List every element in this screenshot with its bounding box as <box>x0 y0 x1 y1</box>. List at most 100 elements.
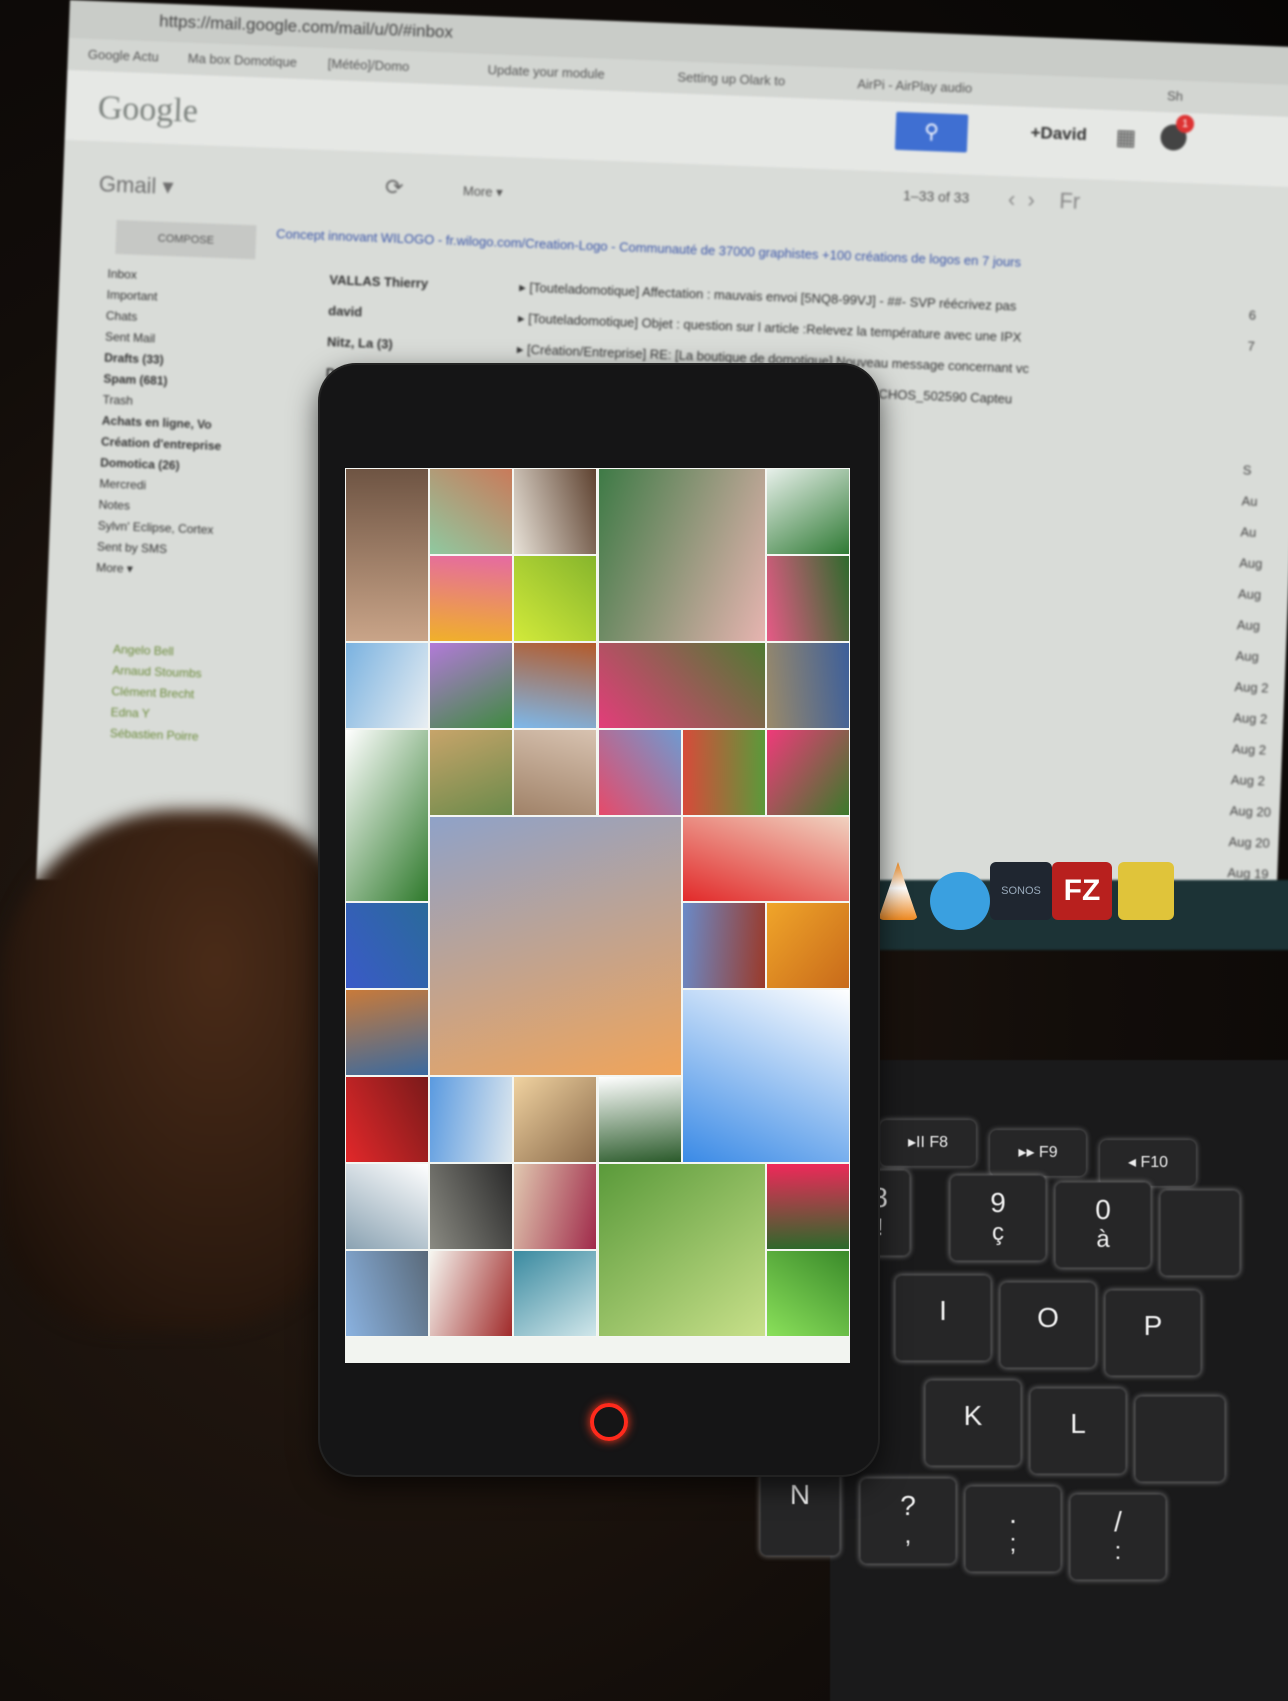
photo-thumbnail-autumn-river[interactable] <box>345 989 430 1077</box>
key-partial[interactable] <box>1160 1190 1240 1276</box>
photo-thumbnail-red-rose[interactable] <box>765 1163 850 1251</box>
photo-thumbnail-forbidden-city[interactable] <box>513 641 598 729</box>
photo-thumbnail-warrior-statue[interactable] <box>345 468 430 642</box>
email-date: Aug <box>1237 586 1262 603</box>
key-l[interactable]: L <box>1030 1388 1126 1474</box>
photo-thumbnail-green-leaf[interactable] <box>513 554 598 642</box>
photo-thumbnail-red-wall[interactable] <box>681 902 766 990</box>
bookmark-item[interactable]: Sh <box>1167 88 1183 104</box>
ad-banner[interactable]: Concept innovant WILOGO - fr.wilogo.com/… <box>276 226 1021 270</box>
home-button[interactable] <box>590 1403 628 1441</box>
photo-thumbnail-mountain-sky[interactable] <box>681 989 850 1164</box>
language-label[interactable]: Fr <box>1059 188 1081 214</box>
user-name[interactable]: +David <box>1030 123 1087 145</box>
photo-thumbnail-green-shoots[interactable] <box>765 1250 850 1337</box>
email-date: Aug 20 <box>1229 803 1272 820</box>
email-date: S <box>1242 462 1252 478</box>
photo-thumbnail-white-lotus[interactable] <box>597 1076 682 1164</box>
bookmark-item[interactable]: Ma box Domotique <box>188 51 298 70</box>
hand-holding-phone <box>0 810 360 1330</box>
photo-thumbnail-bamboo[interactable] <box>597 1163 766 1337</box>
key-period[interactable]: .; <box>965 1486 1061 1572</box>
email-date: Aug 20 <box>1228 834 1271 851</box>
gmail-sidebar: Inbox Important Chats Sent Mail Drafts (… <box>89 264 228 748</box>
sonos-box: SONOS <box>990 862 1052 920</box>
cloud-toy-icon <box>930 872 990 930</box>
photo-thumbnail-white-flower-green[interactable] <box>765 468 850 555</box>
laptop-keyboard: ▸II F8 ▸▸ F9 ◂ F10 8! 9ç 0à I O P K L N … <box>760 1060 1288 1701</box>
email-date: Aug 2 <box>1234 679 1269 696</box>
email-date: Au <box>1241 493 1258 509</box>
bookmark-item[interactable]: [Météo]/Domo <box>327 56 409 74</box>
email-date: Aug <box>1238 555 1263 572</box>
photo-thumbnail-yellow-flower[interactable] <box>429 554 514 642</box>
photo-thumbnail-pink-peony[interactable] <box>765 728 850 816</box>
search-icon: ⚲ <box>923 120 940 144</box>
bookmark-item[interactable]: Setting up Olark to <box>677 69 785 88</box>
photo-thumbnail-city-skyline[interactable] <box>345 1250 430 1337</box>
email-date: Aug <box>1236 617 1261 634</box>
key-i[interactable]: I <box>895 1275 991 1361</box>
photo-scene: https://mail.google.com/mail/u/0/#inbox … <box>0 0 1288 1701</box>
bookmark-item[interactable]: Google Actu <box>88 47 159 65</box>
photo-thumbnail-purple-thistle[interactable] <box>429 641 514 729</box>
photo-thumbnail-sunset-lake[interactable] <box>429 815 682 1077</box>
key-n[interactable]: N <box>760 1470 840 1556</box>
email-date: Au <box>1240 524 1257 540</box>
photo-thumbnail-baby-red-hat[interactable] <box>681 815 850 903</box>
key-p[interactable]: P <box>1105 1290 1201 1376</box>
photo-thumbnail-tree-path[interactable] <box>513 728 598 816</box>
email-date: 6 <box>1248 307 1257 323</box>
photo-gallery-screen <box>345 468 850 1363</box>
photo-thumbnail-red-berries[interactable] <box>681 728 766 816</box>
contact-item[interactable]: Sébastien Poirre <box>89 722 210 748</box>
email-date: Aug 2 <box>1233 710 1268 727</box>
email-date: Aug 2 <box>1231 741 1267 758</box>
key-f10[interactable]: ◂ F10 <box>1100 1140 1196 1186</box>
photo-thumbnail-water-pool[interactable] <box>513 1250 598 1337</box>
page-count: 1–33 of 33 <box>902 187 970 206</box>
key-question[interactable]: ?, <box>860 1478 956 1564</box>
photo-thumbnail-flower-market[interactable] <box>597 728 682 816</box>
photo-thumbnail-stone-head[interactable] <box>429 1163 514 1251</box>
key-partial[interactable] <box>1135 1396 1225 1482</box>
email-date: 7 <box>1247 338 1256 354</box>
photo-thumbnail-white-blossoms[interactable] <box>513 468 598 555</box>
search-button[interactable]: ⚲ <box>894 111 969 153</box>
gmail-label[interactable]: Gmail ▾ <box>98 171 174 200</box>
bookmark-item[interactable]: Update your module <box>487 62 605 81</box>
photo-thumbnail-white-petals[interactable] <box>429 1250 514 1337</box>
photo-thumbnail-snowy-mountains[interactable] <box>345 1163 430 1251</box>
more-button[interactable]: More ▾ <box>463 183 503 201</box>
photo-thumbnail-sun-alley[interactable] <box>513 1076 598 1164</box>
apps-grid-icon[interactable]: ▦ <box>1115 124 1137 151</box>
sponge-toy-icon <box>1118 862 1174 920</box>
key-9[interactable]: 9ç <box>950 1175 1046 1261</box>
photo-thumbnail-opera-mask[interactable] <box>513 1163 598 1251</box>
photo-thumbnail-seaside[interactable] <box>429 1076 514 1164</box>
compose-button[interactable]: COMPOSE <box>115 219 257 260</box>
key-slash[interactable]: /: <box>1070 1494 1166 1580</box>
refresh-icon[interactable]: ⟳ <box>385 174 404 201</box>
key-k[interactable]: K <box>925 1380 1021 1466</box>
photo-thumbnail-bleeding-hearts[interactable] <box>597 641 766 729</box>
email-date: Aug 2 <box>1230 772 1266 789</box>
photo-thumbnail-snowy-lake[interactable] <box>345 641 430 729</box>
google-logo[interactable]: Google <box>97 89 198 131</box>
key-o[interactable]: O <box>1000 1282 1096 1368</box>
key-f9[interactable]: ▸▸ F9 <box>990 1130 1086 1176</box>
pagination-arrows[interactable]: ‹ › Fr <box>1008 186 1081 215</box>
key-f8[interactable]: ▸II F8 <box>880 1120 976 1166</box>
photo-thumbnail-golden-leaves[interactable] <box>765 902 850 990</box>
address-bar[interactable]: https://mail.google.com/mail/u/0/#inbox <box>159 11 453 42</box>
photo-thumbnail-pink-blossoms[interactable] <box>765 554 850 642</box>
bookmark-item[interactable]: AirPi - AirPlay audio <box>857 76 972 95</box>
photo-thumbnail-lake-pavilion[interactable] <box>429 468 514 555</box>
key-0[interactable]: 0à <box>1055 1182 1151 1268</box>
photo-thumbnail-old-courtyard[interactable] <box>765 641 850 729</box>
photo-thumbnail-stone-lion[interactable] <box>429 728 514 816</box>
photo-thumbnail-palace-gate[interactable] <box>345 902 430 990</box>
photo-thumbnail-daisies[interactable] <box>345 728 430 903</box>
photo-thumbnail-marble-bridge[interactable] <box>597 468 766 642</box>
photo-thumbnail-red-flowers[interactable] <box>345 1076 430 1164</box>
